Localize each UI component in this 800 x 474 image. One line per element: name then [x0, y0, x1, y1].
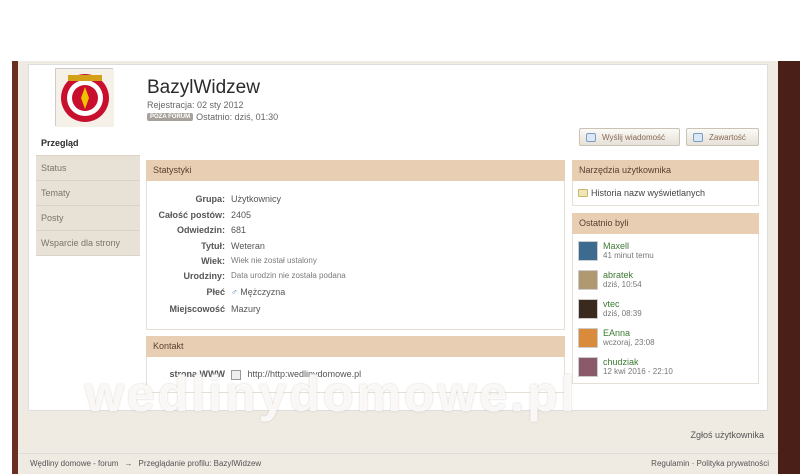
- visitor-item[interactable]: Maxell 41 minut temu: [578, 241, 654, 261]
- visitor-name[interactable]: EAnna: [603, 328, 655, 338]
- profile-avatar[interactable]: [55, 68, 114, 127]
- name-history-link[interactable]: Historia nazw wyświetlanych: [578, 188, 705, 198]
- visitor-name[interactable]: vtec: [603, 299, 642, 309]
- visitors-header: Ostatnio byli: [572, 213, 759, 234]
- stats-header: Statystyki: [146, 160, 565, 181]
- visitor-name[interactable]: chudziak: [603, 357, 673, 367]
- stat-value: 681: [231, 225, 247, 235]
- visitor-avatar[interactable]: [578, 241, 598, 261]
- nav-overview[interactable]: Przegląd: [36, 131, 140, 156]
- stat-label: Tytuł:: [201, 241, 225, 251]
- stat-label: Wiek:: [201, 256, 225, 266]
- footer-links[interactable]: Regulamin · Polityka prywatności: [651, 459, 769, 468]
- stats-row: Miejscowość Mazury: [147, 304, 567, 314]
- document-icon: [693, 132, 703, 142]
- watermark: wedlinydomowe.pl: [85, 366, 578, 422]
- stat-value: 2405: [231, 210, 252, 220]
- nav-topics[interactable]: Tematy: [36, 181, 140, 206]
- stat-value: Weteran: [231, 241, 265, 251]
- profile-name: BazylWidzew: [147, 77, 260, 98]
- name-history-label: Historia nazw wyświetlanych: [591, 188, 706, 198]
- nav-support[interactable]: Wsparcie dla strony: [36, 231, 140, 256]
- visitor-name[interactable]: Maxell: [603, 241, 654, 251]
- content-button[interactable]: Zawartość: [686, 128, 759, 146]
- visitor-time: 41 minut temu: [603, 251, 654, 260]
- stats-row: Odwiedzin: 681: [147, 225, 567, 235]
- last-seen: Ostatnio: dziś, 01:30: [196, 112, 279, 122]
- page-background-right: [778, 61, 800, 474]
- history-icon: [578, 189, 588, 197]
- content-label: Zawartość: [709, 132, 746, 142]
- join-date: Rejestracja: 02 sty 2012: [147, 100, 244, 110]
- visitor-avatar[interactable]: [578, 299, 598, 319]
- stat-value: Wiek nie został ustalony: [231, 256, 317, 265]
- visitor-item[interactable]: abratek dziś, 10:54: [578, 270, 642, 290]
- stat-label: Grupa:: [195, 194, 225, 204]
- nav-posts[interactable]: Posty: [36, 206, 140, 231]
- send-message-label: Wyślij wiadomość: [602, 132, 666, 142]
- stat-value: Mazury: [231, 304, 261, 314]
- stats-row: Wiek: Wiek nie został ustalony: [147, 256, 567, 266]
- visitor-name[interactable]: abratek: [603, 270, 642, 280]
- nav-status[interactable]: Status: [36, 156, 140, 181]
- stat-value: Użytkownicy: [231, 194, 282, 204]
- stat-label: Całość postów:: [158, 210, 225, 220]
- visitor-avatar[interactable]: [578, 270, 598, 290]
- visitor-time: dziś, 08:39: [603, 309, 642, 318]
- stat-label: Płeć: [206, 287, 225, 297]
- send-message-button[interactable]: Wyślij wiadomość: [579, 128, 680, 146]
- offline-badge: POZA FORUM: [147, 113, 194, 121]
- stat-label: Urodziny:: [183, 271, 226, 281]
- envelope-icon: [586, 132, 596, 142]
- breadcrumb-forum[interactable]: Wędliny domowe - forum: [30, 459, 118, 468]
- stats-row: Płeć ♂ Mężczyzna: [147, 287, 567, 297]
- profile-nav: Przegląd Status Tematy Posty Wsparcie dl…: [36, 131, 140, 256]
- visitor-item[interactable]: chudziak 12 kwi 2016 - 22:10: [578, 357, 673, 377]
- breadcrumb: Wędliny domowe - forum → Przeglądanie pr…: [30, 459, 261, 468]
- stats-row: Całość postów: 2405: [147, 210, 567, 220]
- visitor-time: 12 kwi 2016 - 22:10: [603, 367, 673, 376]
- stats-row: Urodziny: Data urodzin nie została podan…: [147, 271, 567, 281]
- stat-value: Data urodzin nie została podana: [231, 271, 346, 280]
- visitor-time: wczoraj, 23:08: [603, 338, 655, 347]
- club-crest-icon: [56, 69, 114, 127]
- stat-label: Odwiedzin:: [177, 225, 225, 235]
- visitor-item[interactable]: EAnna wczoraj, 23:08: [578, 328, 655, 348]
- breadcrumb-current: Przeglądanie profilu: BazylWidzew: [138, 459, 262, 468]
- status-line: POZA FORUM Ostatnio: dziś, 01:30: [147, 112, 278, 122]
- contact-header: Kontakt: [146, 336, 565, 357]
- tools-header: Narzędzia użytkownika: [572, 160, 759, 181]
- breadcrumb-arrow-icon: →: [124, 459, 133, 468]
- report-user-link[interactable]: Zgłoś użytkownika: [690, 430, 764, 440]
- male-icon: ♂: [231, 287, 238, 297]
- stat-label: Miejscowość: [169, 304, 225, 314]
- visitor-avatar[interactable]: [578, 328, 598, 348]
- stat-value: ♂ Mężczyzna: [231, 287, 285, 297]
- stats-row: Tytuł: Weteran: [147, 241, 567, 251]
- visitor-time: dziś, 10:54: [603, 280, 642, 289]
- visitor-avatar[interactable]: [578, 357, 598, 377]
- gender-value: Mężczyzna: [240, 287, 286, 297]
- visitor-item[interactable]: vtec dziś, 08:39: [578, 299, 642, 319]
- stats-row: Grupa: Użytkownicy: [147, 194, 567, 204]
